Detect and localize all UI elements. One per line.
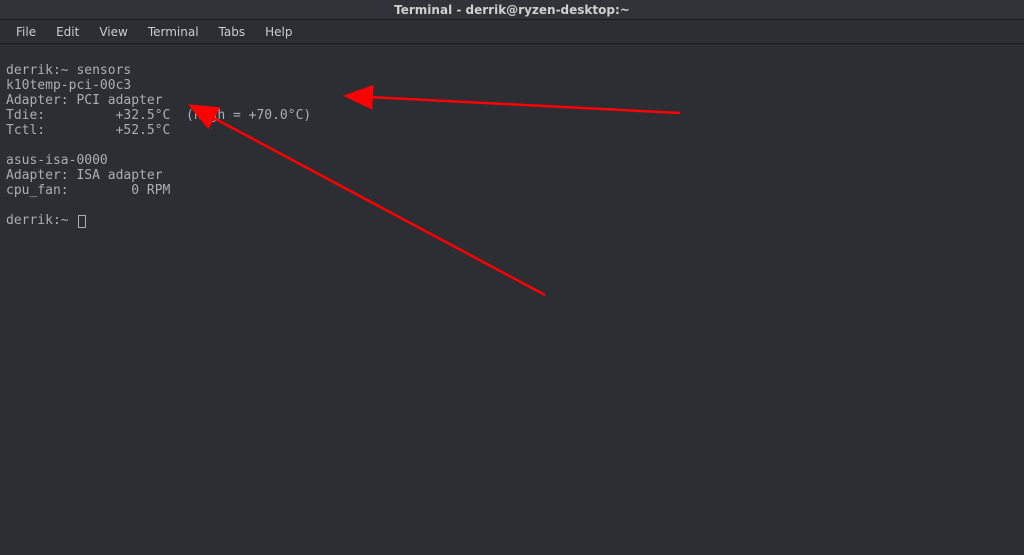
menu-help[interactable]: Help xyxy=(255,22,302,42)
menu-tabs[interactable]: Tabs xyxy=(209,22,256,42)
terminal-line-1: derrik:~ sensors xyxy=(6,63,131,78)
window-titlebar: Terminal - derrik@ryzen-desktop:~ xyxy=(0,0,1024,20)
terminal-line-9: cpu_fan: 0 RPM xyxy=(6,183,170,198)
terminal-line-4: Tdie: +32.5°C (high = +70.0°C) xyxy=(6,108,311,123)
terminal-line-7: asus-isa-0000 xyxy=(6,153,108,168)
terminal-line-3: Adapter: PCI adapter xyxy=(6,93,163,108)
menu-bar: File Edit View Terminal Tabs Help xyxy=(0,20,1024,44)
terminal-line-8: Adapter: ISA adapter xyxy=(6,168,163,183)
cursor-icon xyxy=(78,215,86,228)
terminal-line-2: k10temp-pci-00c3 xyxy=(6,78,131,93)
menu-view[interactable]: View xyxy=(89,22,137,42)
window-title: Terminal - derrik@ryzen-desktop:~ xyxy=(394,3,630,17)
menu-file[interactable]: File xyxy=(6,22,46,42)
terminal-line-5: Tctl: +52.5°C xyxy=(6,123,170,138)
terminal-content[interactable]: derrik:~ sensors k10temp-pci-00c3 Adapte… xyxy=(0,44,1024,232)
menu-edit[interactable]: Edit xyxy=(46,22,89,42)
menu-terminal[interactable]: Terminal xyxy=(138,22,209,42)
terminal-prompt: derrik:~ xyxy=(6,213,76,228)
